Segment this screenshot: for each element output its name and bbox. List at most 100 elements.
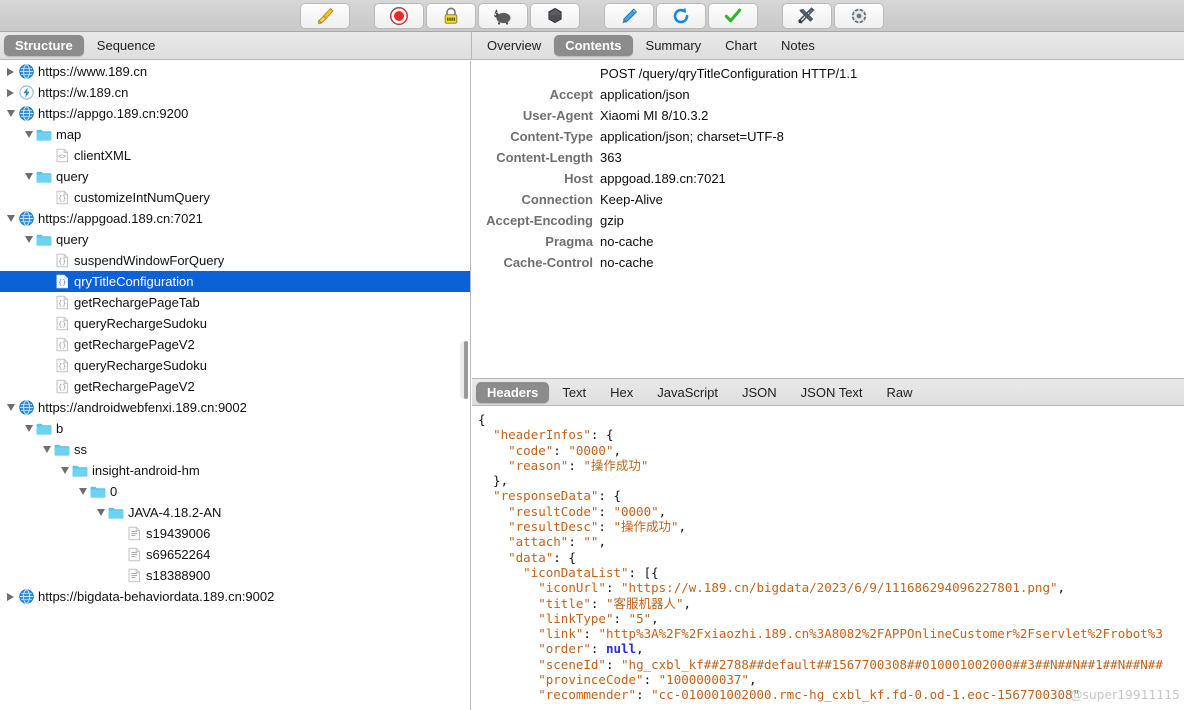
json-token: "http%3A%2F%2Fxiaozhi.189.cn%3A8082%2FAP… <box>598 626 1163 642</box>
tree-row-label: b <box>56 421 64 436</box>
tree-scrollbar[interactable] <box>460 341 468 399</box>
tree-row-label: 0 <box>110 484 118 499</box>
chevron-down-icon[interactable] <box>22 229 35 250</box>
toolbar-group-record <box>373 2 581 29</box>
tab-text[interactable]: Text <box>551 382 597 403</box>
json-token: : <box>568 534 584 550</box>
json-token: "link" <box>538 626 584 642</box>
tab-summary[interactable]: Summary <box>635 35 713 56</box>
tools-icon[interactable] <box>782 2 832 29</box>
tree-row[interactable]: s18388900 <box>0 565 470 586</box>
tree-row[interactable]: JAVA-4.18.2-AN <box>0 502 470 523</box>
tab-json-text[interactable]: JSON Text <box>790 382 874 403</box>
tree-row[interactable]: {} suspendWindowForQuery <box>0 250 470 271</box>
tree-row[interactable]: query <box>0 166 470 187</box>
response-body-json-viewer[interactable]: { "headerInfos": { "code": "0000", "reas… <box>472 407 1184 710</box>
json-doc-icon: {} <box>53 274 71 289</box>
json-token: "reason" <box>508 457 569 473</box>
clear-icon[interactable] <box>300 2 350 29</box>
json-token: "iconUrl" <box>538 580 606 596</box>
tree-row[interactable]: {} queryRechargeSudoku <box>0 355 470 376</box>
tree-row[interactable]: b <box>0 418 470 439</box>
tree-row[interactable]: https://appgoad.189.cn:7021 <box>0 208 470 229</box>
tree-row[interactable]: s69652264 <box>0 544 470 565</box>
breakpoints-icon[interactable] <box>530 2 580 29</box>
bolt-icon <box>17 85 35 100</box>
tree-rows-container: https://www.189.cn https://w.189.cn https:… <box>0 61 470 607</box>
tree-row[interactable]: {} customizeIntNumQuery <box>0 187 470 208</box>
chevron-down-icon[interactable] <box>76 481 89 502</box>
tab-contents[interactable]: Contents <box>554 35 633 56</box>
chevron-down-icon[interactable] <box>4 208 17 229</box>
plain-doc-icon <box>125 526 143 541</box>
json-token: "recommender" <box>538 687 637 703</box>
validate-check-icon[interactable] <box>708 2 758 29</box>
json-line: "responseData": { <box>478 488 1184 503</box>
tree-row[interactable]: {} getRechargePageTab <box>0 292 470 313</box>
tree-row[interactable]: {} qryTitleConfiguration <box>0 271 470 292</box>
tree-row[interactable]: insight-android-hm <box>0 460 470 481</box>
tab-structure[interactable]: Structure <box>4 35 84 56</box>
json-token: : <box>583 626 599 642</box>
tab-sequence[interactable]: Sequence <box>86 35 167 56</box>
tab-javascript[interactable]: JavaScript <box>646 382 729 403</box>
tree-row[interactable]: map <box>0 124 470 145</box>
chevron-down-icon[interactable] <box>40 439 53 460</box>
compose-pen-icon[interactable] <box>604 2 654 29</box>
tree-row[interactable]: ss <box>0 439 470 460</box>
record-icon[interactable] <box>374 2 424 29</box>
tree-row[interactable]: 0 <box>0 481 470 502</box>
json-doc-icon: {} <box>53 379 71 394</box>
header-name: Host <box>564 171 593 186</box>
chevron-right-icon[interactable] <box>4 586 17 607</box>
tree-row[interactable]: {} getRechargePageV2 <box>0 334 470 355</box>
svg-text:<>: <> <box>57 153 65 161</box>
chevron-down-icon[interactable] <box>22 166 35 187</box>
header-row: Pragma no-cache <box>472 231 1184 252</box>
chevron-down-icon[interactable] <box>22 124 35 145</box>
tab-json[interactable]: JSON <box>731 382 788 403</box>
tree-row-label: queryRechargeSudoku <box>74 316 207 331</box>
chevron-right-icon[interactable] <box>4 61 17 82</box>
tree-row[interactable]: https://www.189.cn <box>0 61 470 82</box>
tab-notes[interactable]: Notes <box>770 35 826 56</box>
tree-row[interactable]: query <box>0 229 470 250</box>
chevron-down-icon[interactable] <box>94 502 107 523</box>
header-row: Cache-Control no-cache <box>472 252 1184 273</box>
tree-row[interactable]: https://w.189.cn <box>0 82 470 103</box>
repeat-refresh-icon[interactable] <box>656 2 706 29</box>
tab-hex[interactable]: Hex <box>599 382 644 403</box>
tree-row[interactable]: https://appgo.189.cn:9200 <box>0 103 470 124</box>
ssl-lock-icon[interactable] <box>426 2 476 29</box>
chevron-down-icon[interactable] <box>4 397 17 418</box>
chevron-down-icon[interactable] <box>4 103 17 124</box>
chevron-down-icon[interactable] <box>58 460 71 481</box>
tree-row[interactable]: {} getRechargePageV2 <box>0 376 470 397</box>
tab-headers[interactable]: Headers <box>476 381 550 403</box>
chevron-right-icon[interactable] <box>4 82 17 103</box>
tree-row[interactable]: {} queryRechargeSudoku <box>0 313 470 334</box>
tree-row[interactable]: https://bigdata-behaviordata.189.cn:9002 <box>0 586 470 607</box>
tab-raw[interactable]: Raw <box>876 382 924 403</box>
tree-row[interactable]: <> clientXML <box>0 145 470 166</box>
throttle-turtle-icon[interactable] <box>478 2 528 29</box>
json-token: : <box>598 503 614 519</box>
right-panel-tabs: Overview Contents Summary Chart Notes <box>471 32 1184 60</box>
json-line: "provinceCode": "1000000037", <box>478 672 1184 687</box>
tab-chart[interactable]: Chart <box>714 35 768 56</box>
session-structure-tree[interactable]: https://www.189.cn https://w.189.cn https:… <box>0 61 471 710</box>
json-token: : <box>605 580 622 596</box>
tab-overview[interactable]: Overview <box>476 35 552 56</box>
tree-row[interactable]: https://androidwebfenxi.189.cn:9002 <box>0 397 470 418</box>
chevron-down-icon[interactable] <box>22 418 35 439</box>
json-line: "linkType": "5", <box>478 611 1184 626</box>
json-token: "操作成功" <box>583 457 649 473</box>
header-row: Accept-Encoding gzip <box>472 210 1184 231</box>
settings-gear-icon[interactable] <box>834 2 884 29</box>
tree-row[interactable]: s19439006 <box>0 523 470 544</box>
json-lines-container: { "headerInfos": { "code": "0000", "reas… <box>478 412 1184 703</box>
json-doc-icon: {} <box>53 337 71 352</box>
